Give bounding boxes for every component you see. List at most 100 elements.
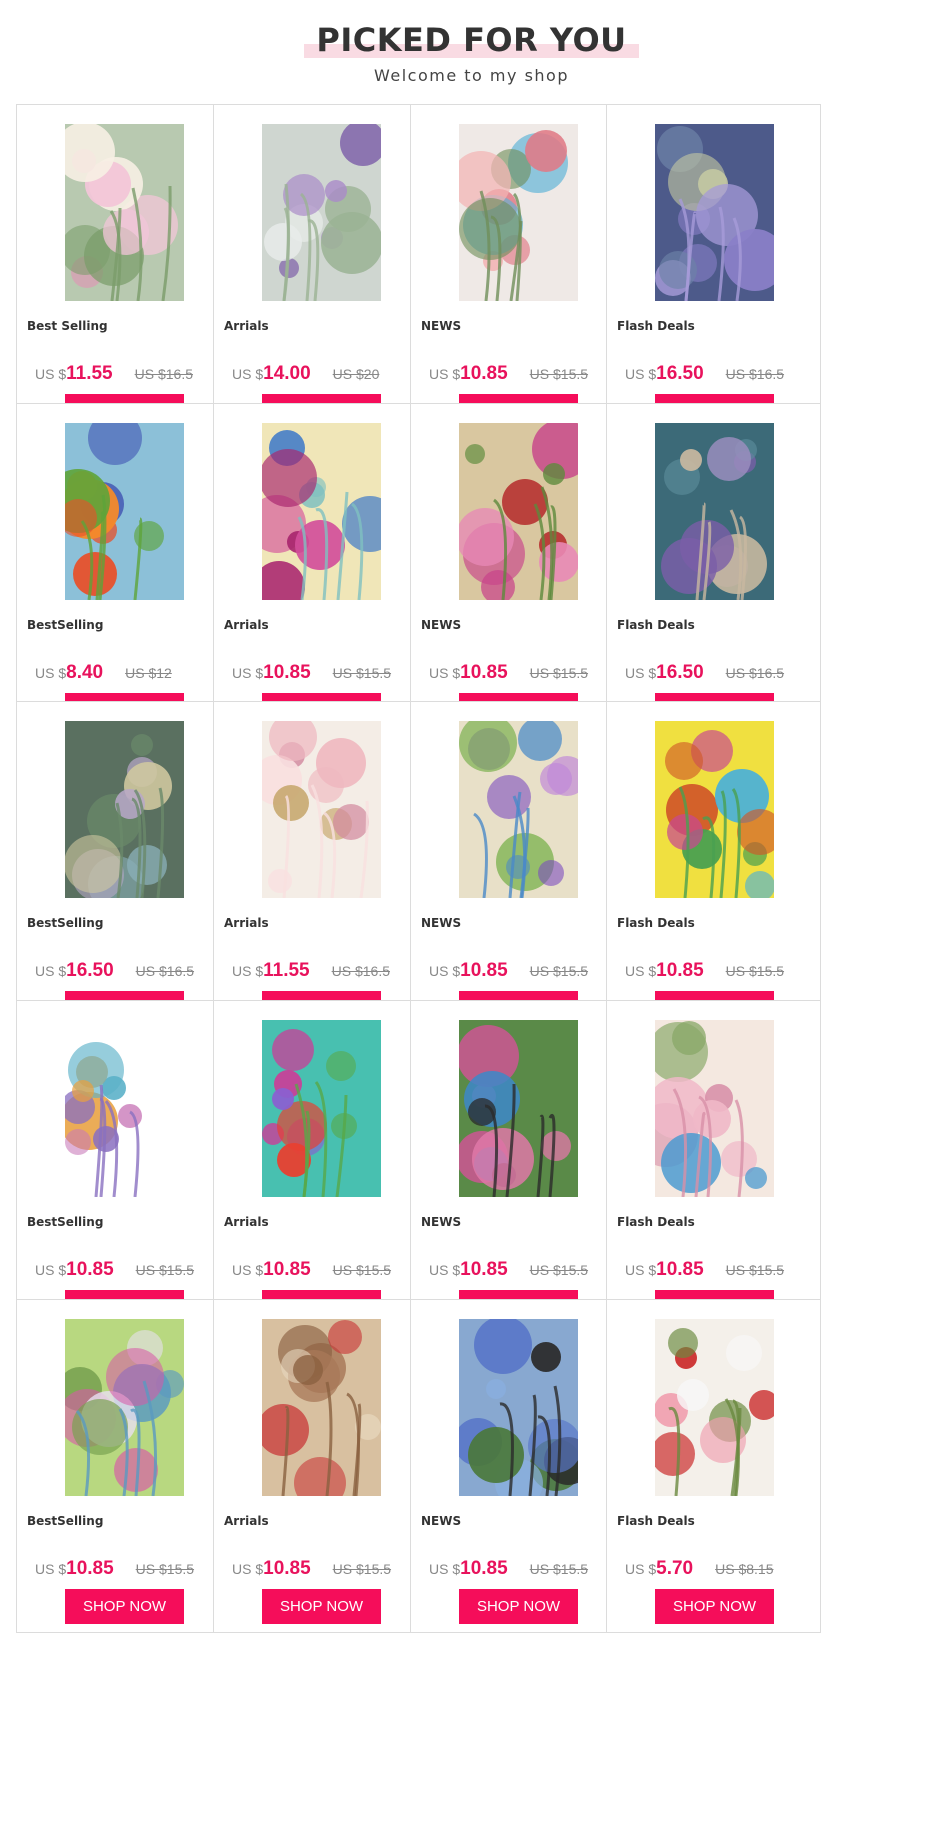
shop-now-button[interactable]: SHOP NOW <box>65 1589 184 1624</box>
product-image[interactable] <box>655 124 774 301</box>
sale-price: 10.85 <box>460 1259 508 1280</box>
product-image[interactable] <box>459 423 578 600</box>
price-row: US $16.50 US $16.5 <box>35 960 225 982</box>
currency-prefix: US $ <box>232 963 264 979</box>
product-card[interactable]: Flash Deals US $10.85US $15.5 SHOP NOW <box>606 1000 821 1334</box>
original-price: US $16.5 <box>725 366 785 382</box>
product-category-label: Flash Deals <box>617 319 695 333</box>
product-category-label: NEWS <box>421 319 462 333</box>
product-image[interactable] <box>655 1020 774 1197</box>
price-row: US $10.85 US $15.5 <box>429 363 619 385</box>
currency-prefix: US $ <box>35 1561 67 1577</box>
product-image[interactable] <box>459 1319 578 1496</box>
original-price: US $16.5 <box>331 963 390 979</box>
sale-price: 10.85 <box>656 1259 704 1280</box>
product-card[interactable]: Flash Deals US $10.85US $15.5 SHOP NOW <box>606 701 821 1035</box>
currency-prefix: US $ <box>429 665 461 681</box>
product-card[interactable]: Flash Deals US $16.50US $16.5 SHOP NOW <box>606 403 821 737</box>
product-image[interactable] <box>262 1020 381 1197</box>
product-card[interactable]: Best Selling US $11.55US $16.5 SHOP NOW <box>16 104 231 438</box>
product-category-label: BestSelling <box>27 1215 104 1229</box>
currency-prefix: US $ <box>429 366 461 382</box>
section-header: PICKED FOR YOU Welcome to my shop <box>0 0 943 104</box>
product-card[interactable]: BestSelling US $8.40US $12 SHOP NOW <box>16 403 231 737</box>
product-card[interactable]: Arrials US $10.85US $15.5 SHOP NOW <box>213 1299 428 1633</box>
product-category-label: BestSelling <box>27 618 104 632</box>
product-category-label: Flash Deals <box>617 1514 695 1528</box>
product-card[interactable]: BestSelling US $10.85US $15.5 SHOP NOW <box>16 1299 231 1633</box>
product-category-label: Flash Deals <box>617 1215 695 1229</box>
product-image[interactable] <box>655 1319 774 1496</box>
product-image[interactable] <box>65 1319 184 1496</box>
product-category-label: BestSelling <box>27 916 104 930</box>
shop-now-button[interactable]: SHOP NOW <box>655 1589 774 1624</box>
product-category-label: NEWS <box>421 618 462 632</box>
product-category-label: Arrials <box>224 618 269 632</box>
product-card[interactable]: NEWS US $10.85US $15.5 SHOP NOW <box>410 1299 625 1633</box>
price-row: US $10.85 US $15.5 <box>232 662 422 684</box>
product-category-label: Best Selling <box>27 319 108 333</box>
sale-price: 11.55 <box>263 960 310 981</box>
product-card[interactable]: BestSelling US $16.50US $16.5 SHOP NOW <box>16 701 231 1035</box>
original-price: US $15.5 <box>332 665 392 681</box>
original-price: US $15.5 <box>135 1262 195 1278</box>
price-row: US $14.00 US $20 <box>232 363 422 385</box>
product-card[interactable]: NEWS US $10.85US $15.5 SHOP NOW <box>410 1000 625 1334</box>
original-price: US $20 <box>332 366 380 382</box>
original-price: US $15.5 <box>529 366 589 382</box>
product-image[interactable] <box>459 1020 578 1197</box>
original-price: US $15.5 <box>529 665 589 681</box>
product-card[interactable]: Arrials US $11.55US $16.5 SHOP NOW <box>213 701 428 1035</box>
page-subtitle: Welcome to my shop <box>374 66 569 85</box>
price-row: US $10.85 US $15.5 <box>429 1259 619 1281</box>
original-price: US $15.5 <box>529 1561 589 1577</box>
product-image[interactable] <box>262 1319 381 1496</box>
currency-prefix: US $ <box>625 963 657 979</box>
product-image[interactable] <box>459 721 578 898</box>
product-image[interactable] <box>262 124 381 301</box>
product-card[interactable]: NEWS US $10.85US $15.5 SHOP NOW <box>410 403 625 737</box>
original-price: US $15.5 <box>529 963 589 979</box>
price-row: US $8.40 US $12 <box>35 662 225 684</box>
price-row: US $10.85 US $15.5 <box>232 1558 422 1580</box>
product-image[interactable] <box>655 721 774 898</box>
sale-price: 16.50 <box>66 960 114 981</box>
price-row: US $11.55 US $16.5 <box>232 960 422 982</box>
shop-now-button[interactable]: SHOP NOW <box>262 1589 381 1624</box>
price-row: US $10.85 US $15.5 <box>625 1259 815 1281</box>
original-price: US $15.5 <box>135 1561 195 1577</box>
product-card[interactable]: Flash Deals US $16.50US $16.5 SHOP NOW <box>606 104 821 438</box>
sale-price: 10.85 <box>460 363 508 384</box>
price-row: US $10.85 US $15.5 <box>429 960 619 982</box>
sale-price: 16.50 <box>656 363 704 384</box>
product-card[interactable]: NEWS US $10.85US $15.5 SHOP NOW <box>410 701 625 1035</box>
product-card[interactable]: Arrials US $14.00US $20 SHOP NOW <box>213 104 428 438</box>
currency-prefix: US $ <box>232 1561 264 1577</box>
product-image[interactable] <box>65 1020 184 1197</box>
product-card[interactable]: NEWS US $10.85US $15.5 SHOP NOW <box>410 104 625 438</box>
product-card[interactable]: Flash Deals US $5.70 US $8.15 SHOP NOW <box>606 1299 821 1633</box>
product-image[interactable] <box>655 423 774 600</box>
price-row: US $11.55 US $16.5 <box>35 363 225 385</box>
product-image[interactable] <box>65 423 184 600</box>
product-card[interactable]: Arrials US $10.85US $15.5 SHOP NOW <box>213 1000 428 1334</box>
original-price: US $15.5 <box>725 1262 785 1278</box>
price-row: US $10.85 US $15.5 <box>35 1558 225 1580</box>
product-image[interactable] <box>262 721 381 898</box>
title-wrap: PICKED FOR YOU <box>0 20 943 60</box>
product-image[interactable] <box>65 721 184 898</box>
currency-prefix: US $ <box>625 1561 657 1577</box>
product-image[interactable] <box>459 124 578 301</box>
original-price: US $15.5 <box>332 1561 392 1577</box>
sale-price: 10.85 <box>460 1558 508 1579</box>
page-title-text: PICKED FOR YOU <box>316 21 627 59</box>
product-category-label: BestSelling <box>27 1514 104 1528</box>
product-image[interactable] <box>262 423 381 600</box>
shop-now-button[interactable]: SHOP NOW <box>459 1589 578 1624</box>
product-image[interactable] <box>65 124 184 301</box>
product-card[interactable]: Arrials US $10.85US $15.5 SHOP NOW <box>213 403 428 737</box>
currency-prefix: US $ <box>429 963 461 979</box>
product-card[interactable]: BestSelling US $10.85US $15.5 SHOP NOW <box>16 1000 231 1334</box>
currency-prefix: US $ <box>429 1561 461 1577</box>
currency-prefix: US $ <box>232 665 264 681</box>
